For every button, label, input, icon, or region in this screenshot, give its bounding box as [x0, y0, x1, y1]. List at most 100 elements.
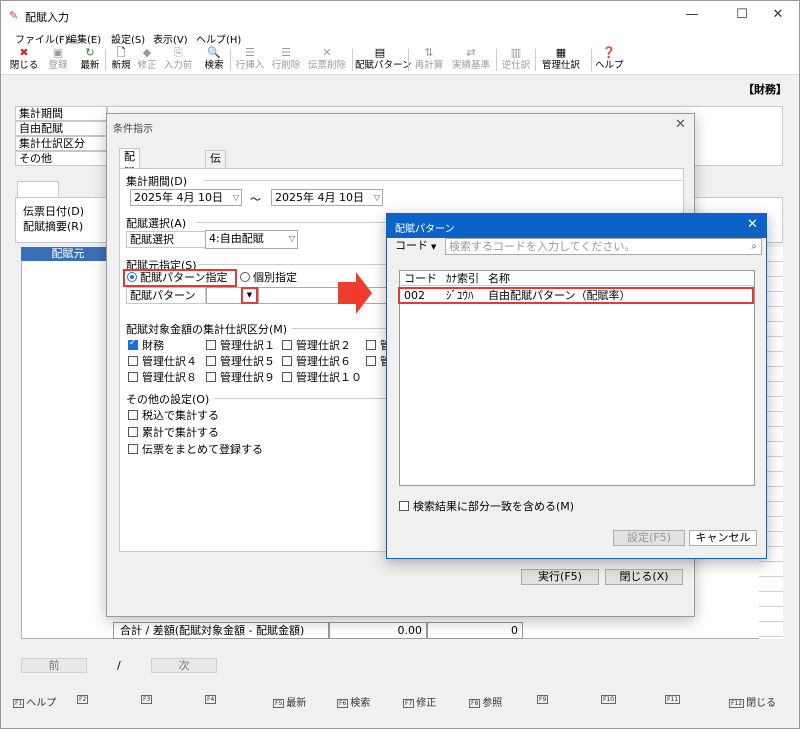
reverse-journal-button[interactable]: ▥ 逆仕訳 — [499, 45, 533, 75]
checkbox-mgmt4[interactable]: 管理仕訳４ — [128, 353, 197, 369]
date-to-dropdown-icon[interactable]: ▽ — [374, 190, 380, 205]
fkey-f8[interactable]: F8 参照 — [469, 694, 502, 709]
search-button[interactable]: 🔍 検索 — [201, 45, 227, 75]
new-button[interactable]: 🗋 新規 — [109, 45, 133, 75]
tab-slip-search[interactable]: 伝票検索 — [205, 150, 226, 213]
pattern-button[interactable]: ▤ 配賦パターン — [355, 45, 412, 75]
recalc-icon: ⇅ — [424, 46, 434, 59]
fkey-f2[interactable]: F2 — [77, 694, 90, 705]
radio-individual-option[interactable]: 個別指定 — [240, 271, 297, 285]
menu-settings[interactable]: 設定(S) — [111, 31, 145, 46]
minimize-button[interactable]: — — [677, 5, 707, 25]
fkey-f9[interactable]: F9 — [537, 694, 550, 705]
close-window-button[interactable]: ✕ — [763, 5, 793, 25]
menu-edit[interactable]: 編集(E) — [67, 31, 101, 46]
checkbox-mgmt8[interactable]: 管理仕訳８ — [128, 369, 197, 385]
row-insert-button[interactable]: ☰ 行挿入 — [233, 45, 267, 75]
checkbox-mgmt10[interactable]: 管理仕訳１０ — [282, 369, 362, 385]
date-from-field[interactable]: 2025年 4月 10日 ▽ — [130, 189, 242, 206]
date-separator: ～ — [250, 193, 261, 206]
pattern-dialog-titlebar: 配賦パターン ✕ — [387, 214, 766, 238]
pattern-code-input[interactable] — [206, 287, 242, 304]
search-mode-select[interactable]: コード ▼ — [395, 238, 447, 255]
help-button[interactable]: ❓ ヘルプ — [595, 45, 624, 75]
col-name[interactable]: 名称 — [488, 271, 510, 286]
set-button[interactable]: 設定(F5) — [613, 530, 685, 546]
fkey-f6[interactable]: F6 検索 — [337, 694, 370, 709]
fkey-f1[interactable]: F1 ヘルプ — [13, 694, 56, 709]
new-document-icon: 🗋 — [116, 46, 126, 59]
maximize-button[interactable]: ☐ — [727, 5, 757, 25]
date-to-field[interactable]: 2025年 4月 10日 ▽ — [271, 189, 383, 206]
period-label: 集計期間(D) — [126, 175, 188, 188]
prev-input-button[interactable]: ⎘ 入力前 — [161, 45, 195, 75]
toolbar-separator — [352, 49, 353, 71]
fkey-f4[interactable]: F4 — [205, 694, 218, 705]
checkbox-zaimu-icon — [128, 338, 138, 350]
checkbox-mgmt9[interactable]: 管理仕訳９ — [206, 369, 275, 385]
pattern-search-input[interactable]: 検索するコードを入力してください。 ⌕ — [445, 238, 762, 255]
fkey-f5[interactable]: F5 最新 — [273, 694, 306, 709]
menu-view[interactable]: 表示(V) — [153, 31, 188, 46]
nav-separator: / — [117, 659, 121, 672]
prev-input-icon: ⎘ — [173, 46, 183, 59]
checkbox-mgmt6[interactable]: 管理仕訳６ — [282, 353, 351, 369]
mgmt-journal-button[interactable]: ▦ 管理仕訳 — [537, 45, 585, 75]
actual-base-button[interactable]: ⇄ 実績基準 — [449, 45, 493, 75]
checkbox-icon — [128, 410, 138, 420]
fkey-f12[interactable]: F12 閉じる — [729, 694, 776, 709]
radio-individual-icon — [240, 272, 250, 282]
pattern-dropdown-button[interactable]: ▼ — [241, 287, 258, 304]
checkbox-icon — [206, 356, 216, 366]
pattern-field-label: 配賦パターン — [126, 287, 206, 304]
menu-bar: ファイル(F) 編集(E) 設定(S) 表示(V) ヘルプ(H) — [1, 31, 799, 46]
condition-dialog-close-icon[interactable]: ✕ — [675, 117, 686, 132]
checkbox-mgmt2[interactable]: 管理仕訳２ — [282, 337, 351, 353]
toolbar-separator — [591, 49, 592, 71]
edit-button[interactable]: ◆ 修正 — [135, 45, 159, 75]
fkey-f7[interactable]: F7 修正 — [403, 694, 436, 709]
checkbox-icon — [128, 427, 138, 437]
checkbox-mgmt1[interactable]: 管理仕訳１ — [206, 337, 275, 353]
search-icon: 🔍 — [207, 46, 221, 59]
tab-source-conditions[interactable]: 配賦元集計条件 — [119, 148, 140, 259]
date-from-dropdown-icon[interactable]: ▽ — [233, 190, 239, 205]
cancel-button[interactable]: キャンセル — [689, 530, 757, 546]
partial-match-checkbox[interactable]: 検索結果に部分一致を含める(M) — [399, 498, 574, 514]
fkey-f3[interactable]: F3 — [141, 694, 154, 705]
close-dialog-button[interactable]: 閉じる(X) — [605, 569, 683, 585]
checkbox-cumulative[interactable]: 累計で集計する — [128, 424, 219, 440]
register-button[interactable]: ▣ 登録 — [45, 45, 71, 75]
menu-help[interactable]: ヘルプ(H) — [196, 31, 241, 46]
alloc-select-dropdown[interactable]: 4:自由配賦 ▽ — [205, 230, 298, 249]
grid-header-source: 配賦元 — [21, 247, 115, 261]
fkey-f11[interactable]: F11 — [665, 694, 682, 705]
close-tool-button[interactable]: ✖ 閉じる — [9, 45, 39, 75]
checkbox-tax-included[interactable]: 税込で集計する — [128, 407, 219, 423]
recalc-button[interactable]: ⇅ 再計算 — [411, 45, 447, 75]
actual-base-icon: ⇄ — [466, 46, 476, 59]
next-button[interactable]: 次 — [151, 658, 217, 673]
checkbox-icon — [282, 372, 292, 382]
edit-icon: ◆ — [142, 46, 152, 59]
list-item[interactable]: 002 ｼﾞﾕｳﾊ 自由配賦パターン（配賦率） — [398, 287, 754, 304]
checkbox-combine-slips[interactable]: 伝票をまとめて登録する — [128, 441, 263, 457]
checkbox-zaimu[interactable]: 財務 — [128, 337, 164, 353]
menu-file[interactable]: ファイル(F) — [15, 31, 69, 46]
fkey-f10[interactable]: F10 — [601, 694, 618, 705]
pattern-dialog-close-icon[interactable]: ✕ — [747, 217, 758, 232]
col-kana[interactable]: ｶﾅ索引 — [446, 271, 479, 286]
row-delete-button[interactable]: ☰ 行削除 — [269, 45, 303, 75]
col-code[interactable]: コード — [404, 271, 437, 286]
refresh-button[interactable]: ↻ 最新 — [77, 45, 103, 75]
checkbox-icon — [366, 340, 376, 350]
checkbox-mgmt5[interactable]: 管理仕訳５ — [206, 353, 275, 369]
toolbar-separator — [496, 49, 497, 71]
main-tab[interactable] — [17, 181, 59, 198]
search-icon[interactable]: ⌕ — [751, 239, 757, 254]
execute-button[interactable]: 実行(F5) — [521, 569, 599, 585]
slip-delete-button[interactable]: ✕ 伝票削除 — [305, 45, 349, 75]
prev-button[interactable]: 前 — [21, 658, 87, 673]
radio-pattern-option[interactable]: 配賦パターン指定 — [123, 269, 237, 287]
totals-value1: 0.00 — [329, 622, 427, 639]
